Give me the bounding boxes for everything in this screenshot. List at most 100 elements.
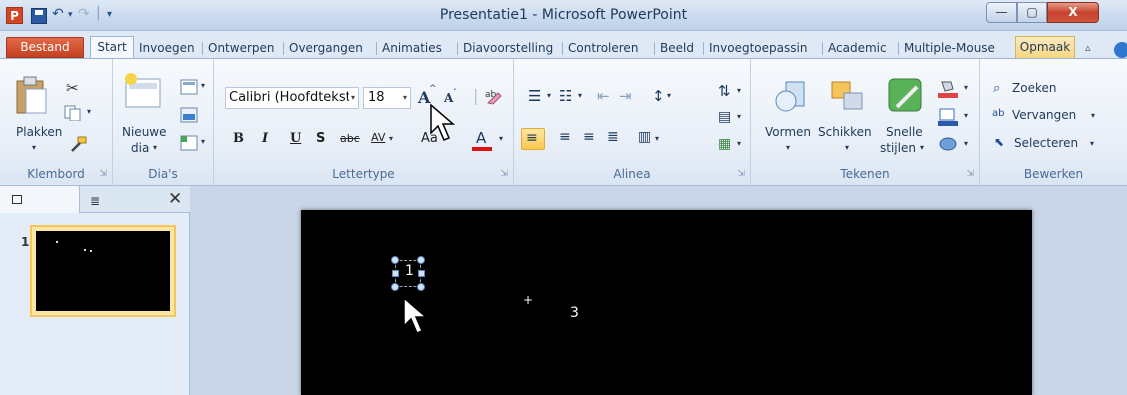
shape-effects-icon[interactable]	[938, 137, 958, 151]
quick-styles-icon[interactable]	[887, 77, 925, 115]
tab-slides[interactable]	[0, 186, 80, 213]
underline-button[interactable]: U	[290, 131, 301, 146]
smartart-dropdown-icon[interactable]: ▾	[737, 139, 741, 148]
tab-multiple-mouse[interactable]: Multiple-Mouse	[901, 39, 998, 58]
minimize-button[interactable]: —	[986, 2, 1017, 23]
bold-button[interactable]: B	[233, 131, 244, 146]
drawing-launcher-icon[interactable]: ⇲	[966, 169, 974, 179]
justify-icon[interactable]: ≣	[607, 129, 619, 145]
strikethrough-button[interactable]: abc	[340, 132, 360, 145]
paragraph-launcher-icon[interactable]: ⇲	[737, 169, 745, 179]
section-dropdown-icon[interactable]: ▾	[201, 137, 205, 146]
tab-outline[interactable]: ≣	[80, 186, 150, 213]
paste-dropdown-icon[interactable]: ▾	[32, 143, 36, 152]
quick-styles-button-line2[interactable]: stijlen	[880, 141, 916, 155]
shape-outline-icon[interactable]	[937, 107, 959, 127]
clear-formatting-icon[interactable]: ab	[484, 87, 502, 105]
arrange-icon[interactable]	[828, 79, 866, 115]
line-spacing-dropdown-icon[interactable]: ▾	[667, 91, 671, 100]
font-name-select[interactable]: Calibri (Hoofdtekst ▾	[225, 87, 359, 109]
new-slide-dropdown-icon[interactable]: ▾	[153, 143, 157, 152]
shapes-icon[interactable]	[772, 79, 808, 115]
arrange-dropdown-icon[interactable]: ▾	[845, 143, 849, 152]
find-button[interactable]: Zoeken	[1012, 81, 1056, 95]
align-text-dropdown-icon[interactable]: ▾	[737, 112, 741, 121]
shape-effects-dropdown-icon[interactable]: ▾	[964, 139, 968, 148]
select-dropdown-icon[interactable]: ▾	[1090, 139, 1094, 148]
tab-file[interactable]: Bestand	[6, 37, 84, 58]
numbering-dropdown-icon[interactable]: ▾	[578, 91, 582, 100]
align-right-icon[interactable]: ≡	[583, 129, 595, 145]
help-icon[interactable]	[1114, 42, 1127, 58]
increase-indent-icon[interactable]: ⇥	[619, 87, 632, 105]
font-launcher-icon[interactable]: ⇲	[500, 169, 508, 179]
close-button[interactable]: X	[1047, 2, 1099, 23]
italic-button[interactable]: I	[262, 131, 268, 146]
new-slide-button[interactable]: Nieuwe	[122, 125, 167, 139]
find-icon[interactable]: ⌕	[993, 81, 1000, 96]
character-spacing-button[interactable]: AV	[371, 131, 385, 144]
section-icon[interactable]	[180, 135, 198, 151]
layout-dropdown-icon[interactable]: ▾	[201, 81, 205, 90]
columns-dropdown-icon[interactable]: ▾	[655, 134, 659, 143]
text-direction-dropdown-icon[interactable]: ▾	[737, 86, 741, 95]
shape-outline-dropdown-icon[interactable]: ▾	[964, 111, 968, 120]
spacing-dropdown-icon[interactable]: ▾	[389, 134, 393, 143]
smartart-icon[interactable]: ▦	[718, 136, 731, 152]
numbering-icon[interactable]: ☷	[559, 87, 572, 105]
shapes-button[interactable]: Vormen	[765, 125, 811, 139]
slide-canvas[interactable]: 1 + 3	[301, 210, 1032, 395]
cut-icon[interactable]: ✂	[66, 79, 79, 97]
copy-dropdown-icon[interactable]: ▾	[87, 107, 91, 116]
quick-styles-button[interactable]: Snelle	[886, 125, 923, 139]
tab-animations[interactable]: Animaties	[379, 39, 445, 58]
resize-handle[interactable]	[392, 270, 399, 277]
minimize-ribbon-icon[interactable]: ▵	[1082, 39, 1094, 58]
tab-start[interactable]: Start	[90, 36, 134, 59]
tab-design[interactable]: Ontwerpen	[205, 39, 278, 58]
replace-dropdown-icon[interactable]: ▾	[1091, 111, 1095, 120]
tab-insert[interactable]: Invoegen	[136, 39, 198, 58]
resize-handle[interactable]	[417, 256, 425, 264]
format-painter-icon[interactable]	[68, 135, 88, 153]
shape-fill-icon[interactable]	[937, 79, 959, 99]
slide-thumbnail[interactable]	[30, 225, 176, 317]
align-center-icon[interactable]: ≡	[559, 129, 571, 145]
new-slide-button-line2[interactable]: dia	[131, 141, 149, 155]
quick-styles-dropdown-icon[interactable]: ▾	[920, 143, 924, 152]
tab-addins[interactable]: Invoegtoepassin	[706, 39, 810, 58]
tab-review[interactable]: Controleren	[565, 39, 641, 58]
shape-fill-dropdown-icon[interactable]: ▾	[964, 83, 968, 92]
font-color-button[interactable]: A	[476, 129, 486, 147]
tab-slideshow[interactable]: Diavoorstelling	[460, 39, 556, 58]
copy-icon[interactable]	[64, 105, 86, 121]
resize-handle[interactable]	[391, 283, 399, 291]
shapes-dropdown-icon[interactable]: ▾	[786, 143, 790, 152]
maximize-button[interactable]: ▢	[1017, 2, 1047, 23]
bullets-icon[interactable]: ☰	[528, 87, 541, 105]
new-slide-icon[interactable]	[123, 73, 163, 111]
select-icon[interactable]: ⬉	[994, 135, 1004, 149]
bullets-dropdown-icon[interactable]: ▾	[547, 91, 551, 100]
arrange-button[interactable]: Schikken	[818, 125, 872, 139]
font-size-select[interactable]: 18 ▾	[363, 87, 411, 109]
tab-format[interactable]: Opmaak	[1015, 36, 1075, 59]
paste-button[interactable]: Plakken	[16, 125, 62, 139]
replace-icon[interactable]: ab	[992, 108, 1004, 119]
resize-handle[interactable]	[418, 270, 425, 277]
tab-academic[interactable]: Academic	[825, 39, 890, 58]
columns-icon[interactable]: ▥	[638, 129, 651, 145]
close-panel-icon[interactable]: ✕	[168, 189, 182, 209]
font-color-dropdown-icon[interactable]: ▾	[499, 134, 503, 143]
line-spacing-icon[interactable]: ↕	[652, 87, 665, 105]
reset-icon[interactable]	[180, 107, 198, 123]
decrease-indent-icon[interactable]: ⇤	[597, 87, 610, 105]
resize-handle[interactable]	[417, 283, 425, 291]
paste-icon[interactable]	[14, 75, 48, 115]
font-name-dropdown-icon[interactable]: ▾	[348, 88, 355, 108]
tab-transitions[interactable]: Overgangen	[286, 39, 366, 58]
font-size-dropdown-icon[interactable]: ▾	[403, 88, 407, 108]
layout-icon[interactable]	[180, 79, 198, 95]
tab-view[interactable]: Beeld	[657, 39, 697, 58]
replace-button[interactable]: Vervangen	[1012, 108, 1076, 122]
